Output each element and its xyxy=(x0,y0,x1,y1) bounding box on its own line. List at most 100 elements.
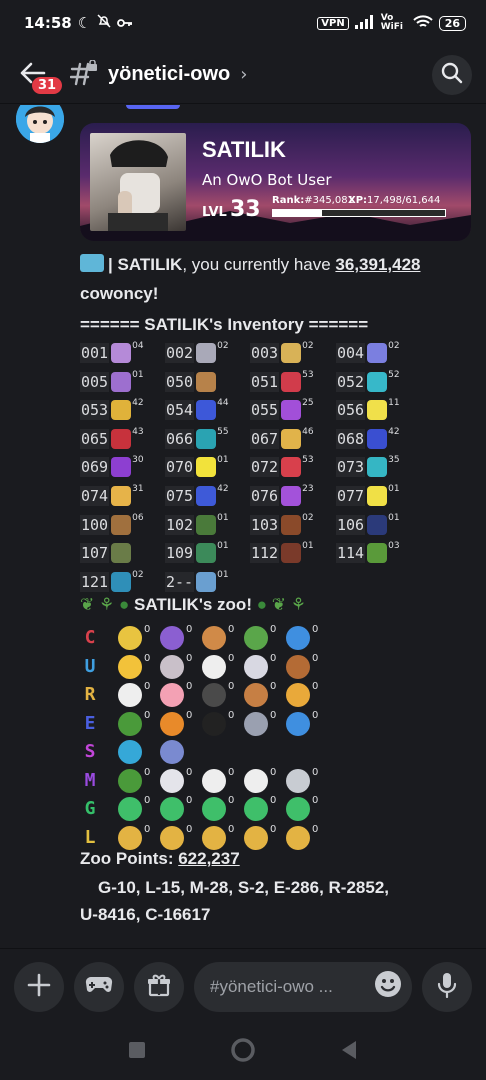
item-icon xyxy=(196,371,217,392)
inventory-item-count: 01 xyxy=(217,455,229,466)
circle-icon[interactable] xyxy=(230,1037,256,1067)
bell-off-icon xyxy=(97,14,111,32)
zoo-tier-icon: S xyxy=(84,741,96,762)
inventory-item-code: 106 xyxy=(336,514,366,535)
search-button[interactable] xyxy=(432,54,472,95)
item-icon xyxy=(281,371,302,392)
zoo-animal-count: 0 xyxy=(270,709,277,721)
message-list[interactable]: SATILIK An OwO Bot User LVL 33 Rank:#345… xyxy=(0,105,486,948)
message-input[interactable]: #yönetici-owo ... xyxy=(194,961,412,1012)
card-rank-label: Rank: xyxy=(272,195,305,206)
channel-header: 31 yönetici-owo › xyxy=(0,46,486,104)
zoo-animal-count: 0 xyxy=(312,823,319,835)
zoo-animal-icon xyxy=(286,654,310,679)
triangle-back-icon[interactable] xyxy=(340,1040,358,1064)
zoo-animal-count: 0 xyxy=(270,624,277,635)
inventory-item-count: 02 xyxy=(132,569,144,580)
zoo-animal-icon xyxy=(160,797,184,821)
inventory-item-count: 44 xyxy=(217,398,229,409)
item-icon xyxy=(367,343,388,363)
zoo-animal-count: 0 xyxy=(270,766,277,778)
inventory-item: 069 30 xyxy=(80,453,144,481)
zoo-animal-icon xyxy=(118,683,142,707)
inventory-item: 114 03 xyxy=(336,539,400,567)
zoo-animal-icon xyxy=(118,626,142,650)
zoo-tier-icon: L xyxy=(84,826,96,848)
zoo-animal-count: 0 xyxy=(144,823,151,835)
inventory-item: 002 02 xyxy=(165,339,229,367)
inventory-item: 052 52 xyxy=(336,368,400,396)
inventory-item-code: 004 xyxy=(336,343,366,363)
zoo-animal-icon xyxy=(286,626,310,650)
inventory-item: 066 55 xyxy=(165,425,229,453)
inventory-item: 076 23 xyxy=(250,482,314,510)
zoo-tier-icon: M xyxy=(84,769,96,791)
item-icon xyxy=(367,514,388,535)
zoo-animal-count: 0 xyxy=(312,795,319,806)
item-icon xyxy=(111,571,132,592)
inventory-item-code: 072 xyxy=(250,457,280,478)
item-icon xyxy=(367,428,388,449)
zoo-animal-count: 0 xyxy=(186,624,193,635)
zoo-tier-icon: E xyxy=(84,712,96,734)
moon-icon: ☾ xyxy=(77,14,92,32)
inventory-item: 107 xyxy=(80,539,132,567)
inventory-item-count: 02 xyxy=(302,341,314,351)
zoo-animal-icon xyxy=(160,711,184,736)
back-button[interactable]: 31 xyxy=(20,57,63,94)
zoo-animal-count: 0 xyxy=(312,709,319,721)
chevron-right-icon[interactable]: › xyxy=(240,64,247,85)
inventory-item-count: 53 xyxy=(302,369,314,380)
zoo-animal-count: 0 xyxy=(228,681,235,692)
inventory-item-code: 050 xyxy=(165,371,195,392)
key-icon xyxy=(117,14,133,32)
emoji-icon[interactable] xyxy=(374,970,402,1003)
inventory-item-code: 076 xyxy=(250,486,280,506)
channel-title[interactable]: yönetici-owo xyxy=(108,63,230,86)
item-icon xyxy=(196,400,217,421)
zoo-animal-count: 0 xyxy=(186,766,193,778)
add-attachment-button[interactable] xyxy=(14,961,64,1012)
card-xp: XP:17,498/61,644 xyxy=(348,195,440,206)
card-subtitle: An OwO Bot User xyxy=(202,171,332,189)
zoo-breakdown-2: U-8416, C-16617 xyxy=(80,905,210,925)
cash-amount: 36,391,428 xyxy=(335,255,421,274)
inventory-item-count: 30 xyxy=(132,455,144,466)
zoo-breakdown-2-text: U-8416, C-16617 xyxy=(80,905,211,924)
inventory-item-count: 01 xyxy=(388,484,400,494)
zoo-row: M 0 0 0 0 0 xyxy=(80,767,440,795)
inventory-item: 001 04 xyxy=(80,339,144,367)
item-icon xyxy=(196,571,217,592)
gift-button[interactable] xyxy=(134,961,184,1012)
ticket-icon xyxy=(80,254,104,272)
zoo-tier-icon: U xyxy=(84,655,96,677)
voice-message-button[interactable] xyxy=(422,961,472,1012)
square-icon[interactable] xyxy=(128,1041,146,1063)
zoo-animal-icon xyxy=(244,711,268,736)
zoo-animal-count: 0 xyxy=(228,624,235,635)
inventory-item-count: 52 xyxy=(388,369,400,380)
inventory-item: 2-- 01 xyxy=(165,568,229,596)
herb-icon: ❦ xyxy=(80,595,95,614)
inventory-item: 100 06 xyxy=(80,511,144,539)
avatar[interactable] xyxy=(16,105,64,143)
inventory-item-code: 003 xyxy=(250,343,280,363)
inventory-item-count: 02 xyxy=(388,341,400,351)
activities-button[interactable] xyxy=(74,961,124,1012)
inventory-item: 075 42 xyxy=(165,482,229,510)
card-xp-label: XP: xyxy=(348,195,368,206)
inventory-item: 103 02 xyxy=(250,511,314,539)
hashtag-lock-icon xyxy=(69,58,98,90)
zoo-animal-icon xyxy=(202,825,226,850)
zoo-tier-icon: R xyxy=(84,684,96,705)
zoo-row: U 0 0 0 0 0 xyxy=(80,653,440,681)
inventory-item: 004 02 xyxy=(336,339,400,367)
inventory-item: 068 42 xyxy=(336,425,400,453)
chat-input-bar: #yönetici-owo ... xyxy=(0,948,486,1024)
inventory-item-count: 25 xyxy=(302,398,314,409)
zoo-animal-count: 0 xyxy=(144,624,151,635)
zoo-points-line: Zoo Points: 622,237 xyxy=(80,849,240,869)
item-icon xyxy=(111,428,132,449)
inventory-item-code: 002 xyxy=(165,343,195,363)
zoo-breakdown-1-text: G-10, L-15, M-28, S-2, E-286, R-2852, xyxy=(98,878,390,897)
